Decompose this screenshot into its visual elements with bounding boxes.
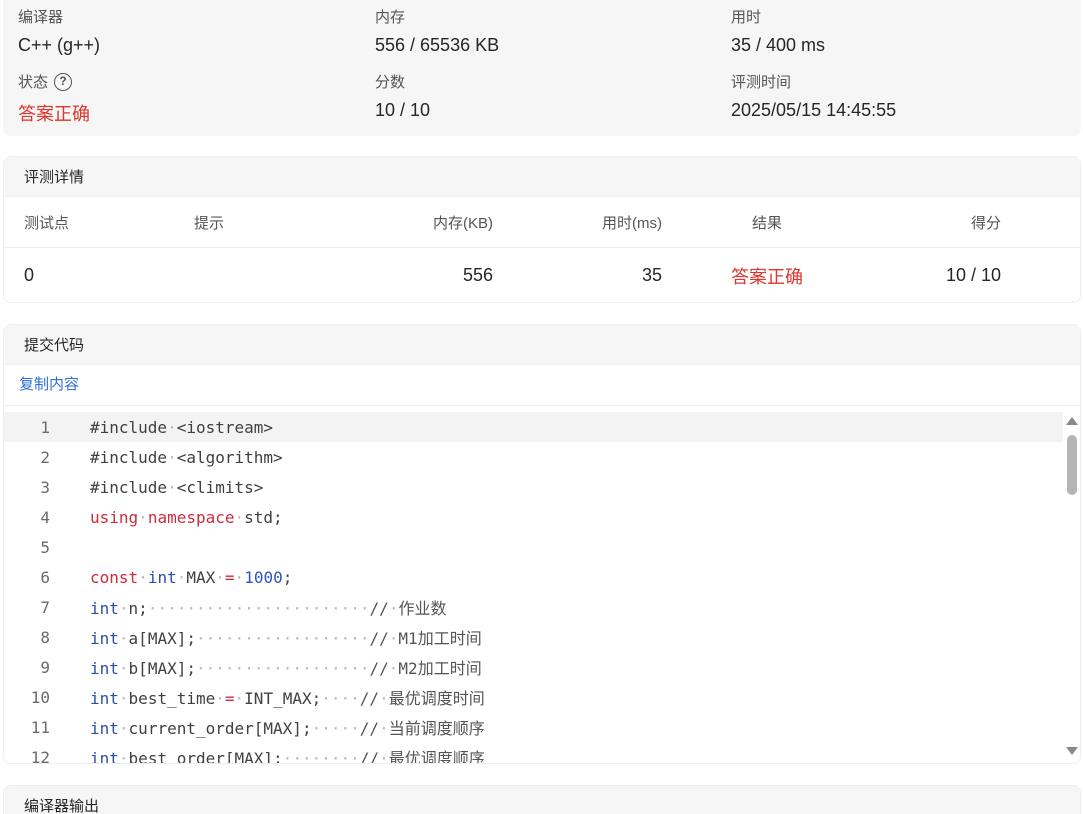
status-label-row: 状态 ? [18, 71, 90, 92]
code-scrollbar[interactable] [1063, 407, 1080, 763]
compiler-label: 编译器 [18, 9, 64, 26]
header-result: 结果 [751, 214, 782, 232]
line-12-text: int·best_order[MAX];········//·最优调度顺序 [90, 749, 485, 764]
line-2-text: #include·<algorithm> [90, 447, 283, 467]
line-number: 6 [40, 567, 50, 587]
code-line: 5 [4, 532, 1064, 562]
line-number: 1 [40, 417, 50, 437]
line-6-text: const·int·MAX·=·1000; [90, 567, 293, 587]
line-number: 10 [30, 687, 50, 707]
code-line: 3 #include·<climits> [4, 472, 1064, 502]
line-number: 3 [40, 477, 50, 497]
compiler-output-title: 编译器输出 [4, 786, 1080, 814]
memory-value: 556 / 65536 KB [375, 35, 500, 55]
line-4-text: using·namespace·std; [90, 507, 283, 527]
line-11-text: int·current_order[MAX];·····//·当前调度顺序 [90, 719, 485, 738]
row-score: 10 / 10 [945, 265, 1001, 285]
help-icon[interactable]: ? [54, 72, 73, 91]
scroll-down-icon[interactable] [1066, 747, 1078, 755]
code-line: 6 const·int·MAX·=·1000; [4, 562, 1064, 592]
code-line: 1 #include·<iostream> [4, 412, 1064, 442]
row-case: 0 [24, 265, 35, 285]
code-line: 4 using·namespace·std; [4, 502, 1064, 532]
judge-time-cell: 评测时间 2025/05/15 14:45:55 [731, 71, 896, 121]
line-number: 9 [40, 657, 50, 677]
row-time: 35 [641, 265, 662, 285]
judge-time-label: 评测时间 [731, 74, 792, 91]
row-memory: 556 [462, 265, 493, 285]
line-1-text: #include·<iostream> [90, 417, 274, 437]
code-editor[interactable]: 1 #include·<iostream> 2 #include·<algori… [4, 407, 1080, 764]
line-number: 12 [30, 747, 50, 764]
time-cell: 用时 35 / 400 ms [731, 6, 825, 56]
time-label: 用时 [731, 9, 762, 26]
memory-cell: 内存 556 / 65536 KB [375, 6, 499, 56]
code-line: 7 int·n;·······················//·作业数 [4, 592, 1064, 622]
code-line: 2 #include·<algorithm> [4, 442, 1064, 472]
copy-content-button[interactable]: 复制内容 [19, 376, 79, 393]
code-line: 12 int·best_order[MAX];········//·最优调度顺序 [4, 742, 1064, 764]
line-number: 11 [30, 717, 50, 737]
line-number: 4 [40, 507, 50, 527]
line-10-text: int·best_time·=·INT_MAX;····//·最优调度时间 [90, 689, 485, 708]
time-value: 35 / 400 ms [731, 35, 826, 55]
row-result: 答案正确 [731, 266, 803, 287]
header-memory: 内存(KB) [432, 214, 493, 232]
copy-bar: 复制内容 [4, 365, 1080, 406]
code-line: 10 int·best_time·=·INT_MAX;····//·最优调度时间 [4, 682, 1064, 712]
scrollbar-thumb[interactable] [1067, 435, 1077, 495]
line-number: 8 [40, 627, 50, 647]
header-case: 测试点 [24, 214, 70, 232]
line-9-text: int·b[MAX];··················//·M2加工时间 [90, 659, 482, 678]
code-line: 8 int·a[MAX];··················//·M1加工时间 [4, 622, 1064, 652]
line-3-text: #include·<climits> [90, 477, 264, 497]
code-text: #include·<iostream> [90, 418, 273, 437]
line-number: 2 [40, 447, 50, 467]
code-line: 11 int·current_order[MAX];·····//·当前调度顺序 [4, 712, 1064, 742]
status-value: 答案正确 [18, 104, 90, 124]
compiler-value: C++ (g++) [18, 35, 101, 55]
memory-label: 内存 [375, 9, 406, 26]
status-label: 状态 [18, 74, 49, 91]
line-8-text: int·a[MAX];··················//·M1加工时间 [90, 629, 482, 648]
judge-detail-title: 评测详情 [4, 157, 1080, 197]
code-line: 9 int·b[MAX];··················//·M2加工时间 [4, 652, 1064, 682]
line-7-text: int·n;·······················//·作业数 [90, 599, 447, 618]
score-cell: 分数 10 / 10 [375, 71, 430, 121]
judge-time-value: 2025/05/15 14:45:55 [731, 100, 897, 120]
judge-detail-card: 评测详情 测试点 提示 内存(KB) 用时(ms) 结果 得分 0 556 35… [3, 156, 1081, 303]
submitted-code-title: 提交代码 [4, 325, 1080, 365]
status-cell: 状态 ? 答案正确 [18, 71, 90, 126]
header-time: 用时(ms) [602, 214, 662, 232]
compiler-output-card: 编译器输出 [3, 785, 1081, 814]
score-value: 10 / 10 [375, 100, 431, 120]
submitted-code-card: 提交代码 复制内容 1 #include·<iostream> 2 #inclu… [3, 324, 1081, 764]
score-label: 分数 [375, 74, 406, 91]
header-hint: 提示 [194, 214, 225, 232]
header-score: 得分 [970, 214, 1001, 232]
table-row: 0 556 35 答案正确 10 / 10 [4, 248, 1080, 302]
submission-summary: 编译器 C++ (g++) 内存 556 / 65536 KB 用时 35 / … [3, 0, 1081, 136]
line-number: 7 [40, 597, 50, 617]
scroll-up-icon[interactable] [1066, 417, 1078, 425]
detail-table-header: 测试点 提示 内存(KB) 用时(ms) 结果 得分 [4, 197, 1080, 248]
compiler-cell: 编译器 C++ (g++) [18, 6, 100, 56]
line-number: 5 [40, 537, 50, 557]
